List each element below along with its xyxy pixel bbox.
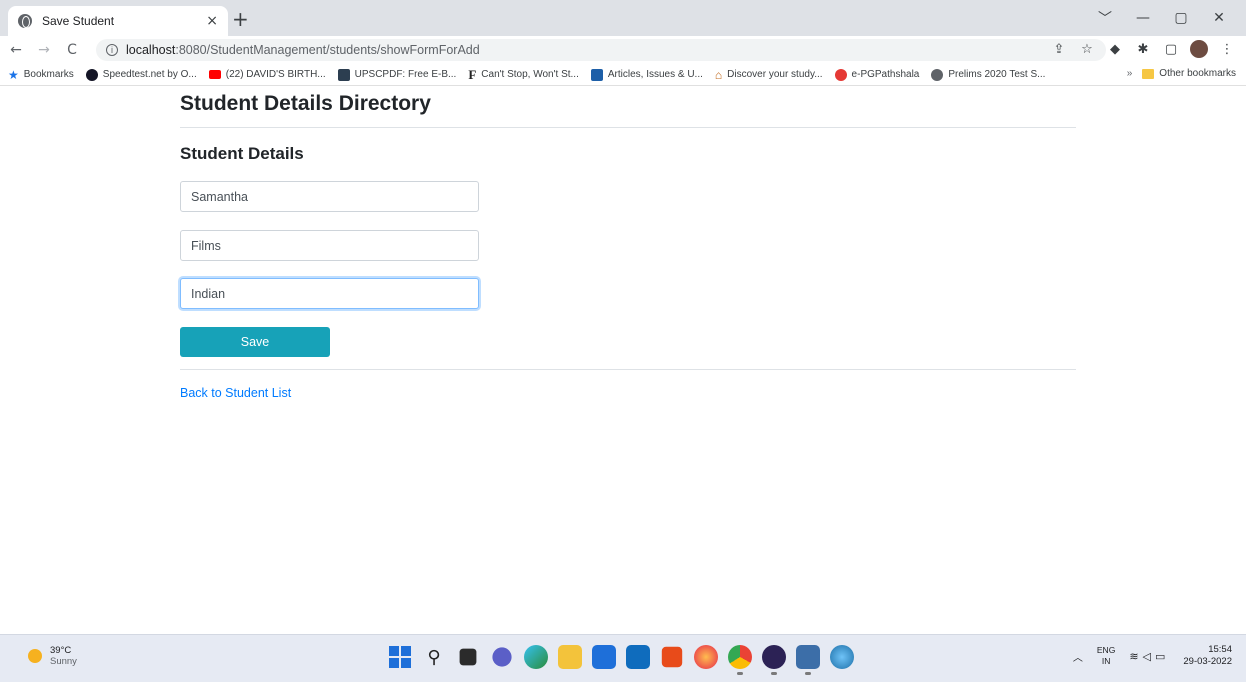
store-icon[interactable] bbox=[592, 645, 616, 669]
bookmark-label: Bookmarks bbox=[23, 69, 74, 80]
bookmark-item[interactable]: e-PGPathshala bbox=[834, 68, 920, 81]
eclipse-icon[interactable] bbox=[762, 645, 786, 675]
kebab-menu-icon[interactable]: ⋮ bbox=[1218, 40, 1236, 58]
region-code: IN bbox=[1101, 656, 1111, 666]
country-field[interactable]: Indian bbox=[180, 278, 479, 309]
chrome-icon[interactable] bbox=[728, 645, 752, 675]
weather-condition: Sunny bbox=[50, 656, 77, 667]
bookmark-label: Articles, Issues & U... bbox=[607, 69, 703, 80]
weather-text: 39°C Sunny bbox=[50, 645, 77, 667]
bookmark-item[interactable]: ⌂ Discover your study... bbox=[715, 68, 823, 82]
browser-toolbar: ← → C i localhost:8080/StudentManagement… bbox=[0, 36, 1246, 64]
folder-icon bbox=[1142, 68, 1155, 79]
speedtest-icon bbox=[85, 68, 98, 81]
bookmark-item[interactable]: Articles, Issues & U... bbox=[590, 68, 703, 81]
outlook-icon[interactable] bbox=[626, 645, 650, 669]
other-bookmarks[interactable]: Other bookmarks bbox=[1159, 68, 1236, 79]
vm-icon[interactable] bbox=[796, 645, 820, 675]
taskbar-apps: ⚲ bbox=[388, 645, 854, 675]
epg-icon bbox=[834, 68, 847, 81]
page-content: Student Details Directory Student Detail… bbox=[180, 86, 1076, 400]
maximize-button[interactable]: ▢ bbox=[1162, 6, 1200, 30]
task-view-icon[interactable] bbox=[459, 648, 477, 666]
bookmarks-bar: ★ Bookmarks Speedtest.net by O... (22) D… bbox=[0, 64, 1246, 86]
minimize-button[interactable]: — bbox=[1124, 6, 1162, 30]
back-arrow-icon[interactable]: ← bbox=[4, 42, 28, 58]
bookmark-item[interactable]: ★ Bookmarks bbox=[8, 68, 74, 82]
bookmark-item[interactable]: UPSCPDF: Free E-B... bbox=[337, 68, 457, 81]
bookmark-item[interactable]: Speedtest.net by O... bbox=[85, 68, 197, 81]
window-controls: ﹀ — ▢ ✕ bbox=[1086, 6, 1238, 30]
upscpdf-icon bbox=[337, 68, 350, 81]
toolbar-actions: ⇪ ☆ ◆ ✱ ▢ ⋮ bbox=[1050, 40, 1236, 58]
youtube-icon bbox=[208, 70, 221, 79]
divider bbox=[180, 127, 1076, 128]
weather-temp: 39°C bbox=[50, 645, 72, 656]
network-globe-icon[interactable] bbox=[830, 645, 854, 669]
windows-taskbar: 39°C Sunny ⚲ ︿ ENG IN ≋◁▭ 15:54 29-03-20… bbox=[0, 634, 1246, 682]
bookmark-label: Discover your study... bbox=[727, 69, 823, 80]
start-icon[interactable] bbox=[388, 645, 412, 669]
browser-tab[interactable]: Save Student × bbox=[8, 6, 228, 36]
reload-icon[interactable]: C bbox=[60, 42, 84, 58]
more-bookmarks-chevron-icon[interactable]: » bbox=[1127, 68, 1133, 79]
share-icon[interactable]: ⇪ bbox=[1050, 40, 1068, 58]
clock-date: 29-03-2022 bbox=[1183, 656, 1232, 667]
bookmark-label: Can't Stop, Won't St... bbox=[481, 69, 579, 80]
file-explorer-icon[interactable] bbox=[558, 645, 582, 669]
system-tray: ︿ ENG IN ≋◁▭ 15:54 29-03-2022 bbox=[1073, 644, 1232, 668]
url-host: localhost bbox=[126, 43, 176, 57]
last-name-field[interactable]: Films bbox=[180, 230, 479, 261]
page-title: Student Details Directory bbox=[180, 92, 431, 115]
bookmark-item[interactable]: Prelims 2020 Test S... bbox=[931, 68, 1046, 81]
articles-icon bbox=[590, 68, 603, 81]
tab-title: Save Student bbox=[42, 14, 115, 28]
system-status-icons[interactable]: ≋◁▭ bbox=[1129, 650, 1169, 663]
bookmark-item[interactable]: (22) DAVID'S BIRTH... bbox=[208, 69, 326, 80]
bookmark-label: (22) DAVID'S BIRTH... bbox=[225, 69, 326, 80]
bookmark-star-icon[interactable]: ☆ bbox=[1078, 40, 1096, 58]
star-icon: ★ bbox=[8, 67, 19, 82]
edge-icon[interactable] bbox=[524, 645, 548, 669]
address-bar[interactable]: i localhost:8080/StudentManagement/stude… bbox=[96, 39, 1106, 61]
sun-icon bbox=[28, 649, 42, 663]
back-to-list-link[interactable]: Back to Student List bbox=[180, 386, 291, 400]
divider bbox=[180, 369, 1076, 370]
office-icon[interactable] bbox=[661, 646, 683, 668]
firefox-icon[interactable] bbox=[694, 645, 718, 669]
globe-icon bbox=[931, 68, 944, 81]
language-code: ENG bbox=[1096, 645, 1116, 655]
sidepanel-icon[interactable]: ▢ bbox=[1162, 40, 1180, 58]
bookmarks-right: » Other bookmarks bbox=[1127, 68, 1236, 79]
tray-overflow-icon[interactable]: ︿ bbox=[1073, 649, 1083, 664]
chat-icon[interactable] bbox=[492, 647, 512, 667]
new-tab-button[interactable]: + bbox=[232, 8, 249, 30]
profile-avatar[interactable] bbox=[1190, 40, 1208, 58]
bookmark-label: Speedtest.net by O... bbox=[102, 69, 197, 80]
info-icon[interactable]: i bbox=[106, 44, 118, 56]
tab-strip: Save Student × + ﹀ — ▢ ✕ bbox=[0, 0, 1246, 36]
bookmark-label: Prelims 2020 Test S... bbox=[948, 69, 1046, 80]
clock[interactable]: 15:54 29-03-2022 bbox=[1183, 644, 1232, 668]
url-path: :8080/StudentManagement/students/showFor… bbox=[175, 43, 480, 57]
clock-time: 15:54 bbox=[1208, 644, 1232, 655]
extension-icon[interactable]: ◆ bbox=[1106, 40, 1124, 58]
globe-icon bbox=[18, 14, 32, 28]
bookmark-label: UPSCPDF: Free E-B... bbox=[354, 69, 457, 80]
search-icon[interactable]: ⚲ bbox=[422, 645, 446, 669]
tab-search-icon[interactable]: ﹀ bbox=[1086, 6, 1124, 30]
f-icon: F bbox=[468, 66, 477, 82]
first-name-field[interactable]: Samantha bbox=[180, 181, 479, 212]
discover-icon: ⌂ bbox=[714, 67, 723, 82]
language-indicator[interactable]: ENG IN bbox=[1097, 645, 1115, 667]
weather-widget[interactable]: 39°C Sunny bbox=[28, 645, 77, 667]
bookmark-label: e-PGPathshala bbox=[851, 69, 920, 80]
puzzle-icon[interactable]: ✱ bbox=[1134, 40, 1152, 58]
tab-close-icon[interactable]: × bbox=[206, 13, 218, 29]
bookmark-item[interactable]: F Can't Stop, Won't St... bbox=[468, 67, 579, 83]
forward-arrow-icon[interactable]: → bbox=[32, 42, 56, 58]
section-title: Student Details bbox=[180, 144, 304, 163]
close-window-button[interactable]: ✕ bbox=[1200, 6, 1238, 30]
save-button[interactable]: Save bbox=[180, 327, 330, 357]
